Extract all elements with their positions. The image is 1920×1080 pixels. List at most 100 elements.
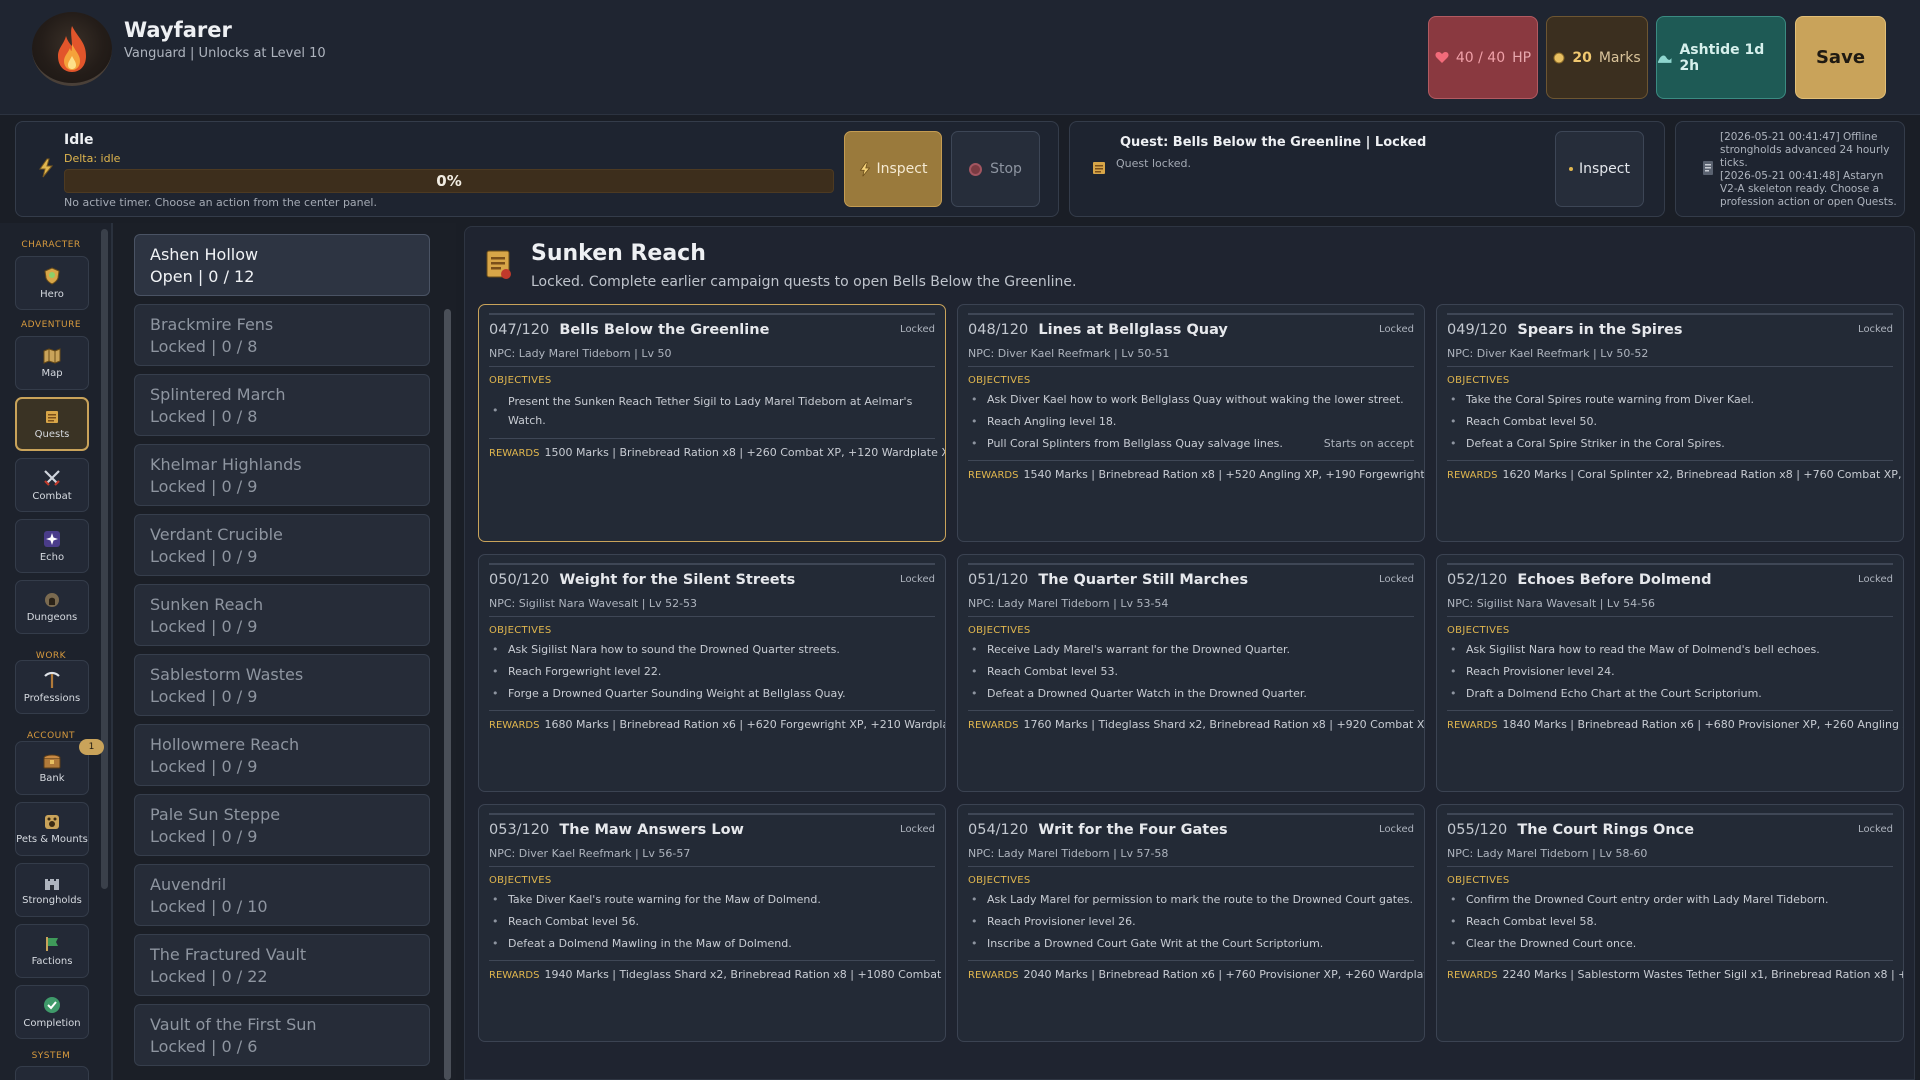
inspect-quest-label: Inspect [1579,161,1630,177]
nav-map[interactable]: Map [15,336,89,390]
quest-card[interactable]: 050/120 Weight for the Silent Streets Loc… [478,554,946,792]
inspect-quest-button[interactable]: Inspect [1555,131,1644,207]
objective-text: Take the Coral Spires route warning from… [1466,393,1755,406]
objective-text: Defeat a Drowned Quarter Watch in the Dr… [987,687,1307,700]
top-header: Wayfarer Vanguard | Unlocks at Level 10 … [0,0,1920,115]
nav-hero[interactable]: Hero [15,256,89,310]
quest-card[interactable]: 055/120 The Court Rings Once Locked NPC: L… [1436,804,1904,1042]
log-panel[interactable]: [2026-05-21 00:41:47] Offline stronghold… [1675,121,1905,217]
nav-quests[interactable]: Quests [15,397,89,451]
zone-item[interactable]: Verdant Crucible Locked | 0 / 9 [134,514,430,576]
save-button[interactable]: Save [1795,16,1886,99]
nav-factions[interactable]: Factions [15,924,89,978]
rewards-label: REWARDS [489,720,540,731]
quest-card[interactable]: 053/120 The Maw Answers Low Locked NPC: Di… [478,804,946,1042]
zone-item[interactable]: Brackmire Fens Locked | 0 / 8 [134,304,430,366]
objective-item: Inscribe a Drowned Court Gate Writ at th… [968,936,1414,951]
nav-dungeons[interactable]: Dungeons [15,580,89,634]
nav-section-adventure: ADVENTURE [20,320,82,330]
quest-card[interactable]: 049/120 Spears in the Spires Locked NPC: D… [1436,304,1904,542]
objective-list: Take Diver Kael's route warning for the … [489,892,935,958]
quest-name: Lines at Bellglass Quay [1038,322,1228,338]
nav-pets-mounts[interactable]: Pets & Mounts [15,802,89,856]
objective-text: Present the Sunken Reach Tether Sigil to… [508,395,913,427]
objective-item: Take Diver Kael's route warning for the … [489,892,935,907]
objective-item: Draft a Dolmend Echo Chart at the Court … [1447,686,1893,701]
avatar [32,12,112,86]
objective-list: Present the Sunken Reach Tether Sigil to… [489,392,935,436]
nav-system-item[interactable] [15,1066,89,1080]
objective-item: Forge a Drowned Quarter Sounding Weight … [489,686,935,701]
hp-stat[interactable]: 40 / 40 HP [1428,16,1538,99]
objectives-label: OBJECTIVES [1447,625,1510,636]
time-stat[interactable]: Ashtide 1d 2h [1656,16,1786,99]
quest-card[interactable]: 054/120 Writ for the Four Gates Locked NPC… [957,804,1425,1042]
inspect-label: Inspect [876,161,928,177]
shield-icon [44,266,60,285]
zone-title: Sunken Reach [531,241,706,266]
zone-scrollbar[interactable] [444,309,451,1080]
objectives-label: OBJECTIVES [968,875,1031,886]
zone-name: Verdant Crucible [150,525,283,544]
objective-item: Ask Diver Kael how to work Bellglass Qua… [968,392,1414,407]
nav-bank[interactable]: Bank 1 [15,739,104,795]
quest-card[interactable]: 048/120 Lines at Bellglass Quay Locked NPC… [957,304,1425,542]
rewards-label: REWARDS [1447,970,1498,981]
zone-name: Auvendril [150,875,227,894]
stop-icon [969,162,983,176]
nav-scrollbar[interactable] [101,229,108,889]
nav-completion[interactable]: Completion [15,985,89,1039]
quest-number: 048/120 [968,322,1029,338]
marks-stat[interactable]: 20 Marks [1546,16,1648,99]
wave-icon [1657,54,1672,63]
rewards-label: REWARDS [1447,470,1498,481]
zone-subtitle: Locked. Complete earlier campaign quests… [531,274,1077,290]
nav-label: Combat [32,490,72,502]
card-divider [1447,313,1893,315]
quest-npc: NPC: Lady Marel Tideborn | Lv 53-54 [968,597,1169,610]
objective-item: Reach Provisioner level 24. [1447,664,1893,679]
objective-list: Confirm the Drowned Court entry order wi… [1447,892,1893,958]
card-divider [489,866,935,867]
nav-echo[interactable]: Echo [15,519,89,573]
quest-rewards: REWARDS 2240 Marks | Sablestorm Wastes Te… [1447,968,1903,981]
quest-title: 049/120 Spears in the Spires [1447,322,1893,338]
zone-item[interactable]: Sablestorm Wastes Locked | 0 / 9 [134,654,430,716]
log-line: [2026-05-21 00:41:47] Offline stronghold… [1720,131,1890,169]
objective-note: Starts on accept [1323,437,1414,450]
zone-item[interactable]: Sunken Reach Locked | 0 / 9 [134,584,430,646]
card-header: 053/120 The Maw Answers Low Locked [489,822,935,838]
rewards-label: REWARDS [968,970,1019,981]
stop-button[interactable]: Stop [951,131,1040,207]
nav-combat[interactable]: Combat [15,458,89,512]
objectives-label: OBJECTIVES [489,375,552,386]
zone-item[interactable]: Ashen Hollow Open | 0 / 12 [134,234,430,296]
objective-text: Ask Sigilist Nara how to read the Maw of… [1466,643,1820,656]
nav-label: Dungeons [26,611,78,623]
quest-status: Locked [1379,324,1414,335]
zone-item[interactable]: Auvendril Locked | 0 / 10 [134,864,430,926]
quest-title: 048/120 Lines at Bellglass Quay [968,322,1414,338]
inspect-action-button[interactable]: Inspect [844,131,942,207]
card-header: 054/120 Writ for the Four Gates Locked [968,822,1414,838]
quest-card[interactable]: 051/120 The Quarter Still Marches Locked N… [957,554,1425,792]
zone-item[interactable]: Hollowmere Reach Locked | 0 / 9 [134,724,430,786]
card-header: 051/120 The Quarter Still Marches Locked [968,572,1414,588]
quest-card[interactable]: 052/120 Echoes Before Dolmend Locked NPC: … [1436,554,1904,792]
zone-item[interactable]: Splintered March Locked | 0 / 8 [134,374,430,436]
quest-card[interactable]: 047/120 Bells Below the Greenline Locked N… [478,304,946,542]
nav-professions[interactable]: Professions [15,660,89,714]
zone-status: Locked | 0 / 9 [150,827,258,846]
zone-status: Locked | 0 / 8 [150,337,258,356]
zone-item[interactable]: Vault of the First Sun Locked | 0 / 6 [134,1004,430,1066]
quest-board: Sunken Reach Locked. Complete earlier ca… [464,226,1915,1080]
nav-strongholds[interactable]: Strongholds [15,863,89,917]
quest-title: 050/120 Weight for the Silent Streets [489,572,935,588]
zone-item[interactable]: Khelmar Highlands Locked | 0 / 9 [134,444,430,506]
quest-rewards: REWARDS 1500 Marks | Brinebread Ration x8… [489,446,945,459]
zone-item[interactable]: The Fractured Vault Locked | 0 / 22 [134,934,430,996]
zone-list: Ashen Hollow Open | 0 / 12 Brackmire Fens L… [112,223,456,1080]
objective-list: Ask Diver Kael how to work Bellglass Qua… [968,392,1414,458]
zone-item[interactable]: Pale Sun Steppe Locked | 0 / 9 [134,794,430,856]
document-icon [1703,161,1713,175]
